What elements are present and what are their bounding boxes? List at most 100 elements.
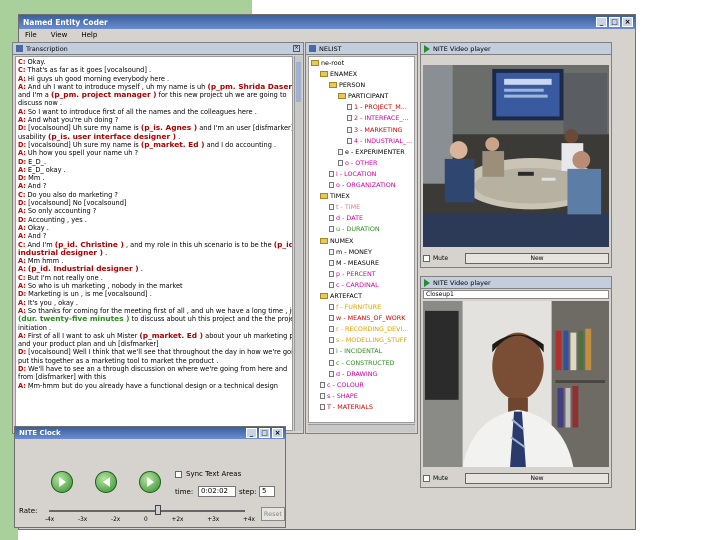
transcript-text-area[interactable]: C: Okay. C: That's as far as it goes [voca… <box>15 56 293 431</box>
mute-checkbox[interactable] <box>423 474 430 482</box>
named-entity-tag[interactable]: (p_pm. project manager ) <box>51 90 157 99</box>
transcript-line[interactable]: A: So only accounting ? <box>18 207 290 215</box>
transcript-line[interactable]: D: Mm . <box>18 174 290 182</box>
tree-leaf[interactable]: 2 - INTERFACE_... <box>311 113 412 124</box>
transcript-line[interactable]: A: Mm-hmm but do you already have a funct… <box>18 382 290 390</box>
rate-slider-thumb[interactable] <box>155 505 161 515</box>
transcript-line[interactable]: and your product plan and uh [disfmarker… <box>18 340 290 348</box>
transcript-line[interactable]: A: So I want to introduce first of all th… <box>18 108 290 116</box>
reset-button[interactable]: Reset <box>261 507 285 521</box>
tree-leaf[interactable]: r - RECORDING_DEVI... <box>311 324 412 335</box>
named-entity-tag[interactable]: (p_market. Ed ) <box>141 140 205 149</box>
pin-icon[interactable] <box>16 45 23 52</box>
tree-leaf[interactable]: d - DRAWING <box>311 369 412 380</box>
named-entity-tag[interactable]: (p_id. <box>274 240 292 249</box>
pin-icon[interactable] <box>309 45 316 52</box>
menu-file[interactable]: File <box>25 31 37 39</box>
tree-leaf[interactable]: t - TIME <box>311 202 412 213</box>
maximize-button[interactable]: □ <box>259 428 270 438</box>
sync-text-areas-checkbox[interactable] <box>175 471 182 478</box>
named-entity-tag[interactable]: industrial designer ) <box>18 248 103 257</box>
close-button[interactable]: × <box>622 17 633 27</box>
rewind-button[interactable] <box>95 471 117 493</box>
tree-leaf[interactable]: f - FURNITURE <box>311 302 412 313</box>
tree-leaf[interactable]: c - COLOUR <box>311 380 412 391</box>
transcript-line[interactable]: A: It's you , okay . <box>18 299 290 307</box>
transcript-line[interactable]: A: And ? <box>18 182 290 190</box>
tree-leaf[interactable]: c - CONSTRUCTED <box>311 358 412 369</box>
tree-leaf[interactable]: M - MEASURE <box>311 258 412 269</box>
tree-leaf[interactable]: s - MODELLING_STUFF <box>311 335 412 346</box>
transcript-line[interactable]: A: (p_id. Industrial designer ) . <box>18 264 290 274</box>
camera-select[interactable]: Closeup1 <box>423 290 609 299</box>
close-icon[interactable]: × <box>293 45 300 52</box>
mute-checkbox[interactable] <box>423 254 430 262</box>
transcript-line[interactable]: D: [vocalsound] Uh sure my name is (p_mar… <box>18 140 290 149</box>
play-icon[interactable] <box>424 44 430 53</box>
tree-leaf[interactable]: s - SHAPE <box>311 391 412 402</box>
tree-folder[interactable]: ARTEFACT <box>311 291 412 302</box>
tree-leaf[interactable]: o - ORGANIZATION <box>311 180 412 191</box>
tree-leaf[interactable]: l - LOCATION <box>311 169 412 180</box>
transcript-line[interactable]: D: E_D_. <box>18 158 290 166</box>
tree-leaf[interactable]: 1 - PROJECT_M... <box>311 102 412 113</box>
tree-leaf[interactable]: 3 - MARKETING <box>311 125 412 136</box>
tree-folder[interactable]: ENAMEX <box>311 69 412 80</box>
transcript-line[interactable]: industrial designer ) . <box>18 248 290 257</box>
tree-leaf[interactable]: u - DURATION <box>311 224 412 235</box>
transcript-line[interactable]: A: First of all I want to ask uh Mister (… <box>18 331 292 340</box>
transcript-line[interactable]: A: Okay . <box>18 224 290 232</box>
tree-leaf[interactable]: T - MATERIALS <box>311 402 412 413</box>
tree-leaf[interactable]: i - INCIDENTAL <box>311 346 412 357</box>
transcript-line[interactable]: (dur. twenty-five minutes ) to discuss a… <box>18 314 292 324</box>
close-button[interactable]: × <box>272 428 283 438</box>
transcript-line[interactable]: discuss now . <box>18 99 290 107</box>
new-button[interactable]: New <box>465 252 609 264</box>
menu-view[interactable]: View <box>51 31 68 39</box>
play-button[interactable] <box>51 471 73 493</box>
transcript-line[interactable]: from [disfmarker] with this <box>18 373 290 381</box>
play-icon[interactable] <box>424 278 430 287</box>
transcript-scrollbar[interactable] <box>294 56 302 431</box>
transcript-line[interactable]: D: Accounting , yes . <box>18 216 290 224</box>
minimize-button[interactable]: _ <box>596 17 607 27</box>
tree-leaf[interactable]: c - CARDINAL <box>311 280 412 291</box>
tree-horizontal-scrollbar[interactable] <box>308 424 415 432</box>
tree-folder[interactable]: TIMEX <box>311 191 412 202</box>
transcript-line[interactable]: C: That's as far as it goes [vocalsound] … <box>18 66 290 74</box>
tree-folder[interactable]: NUMEX <box>311 236 412 247</box>
named-entity-tag[interactable]: (p_id. Industrial designer ) <box>28 264 139 273</box>
transcript-line[interactable]: C: Do you also do marketing ? <box>18 191 290 199</box>
tree-leaf[interactable]: 4 - INDUSTRIAL_... <box>311 136 412 147</box>
transcript-line[interactable]: and I'm a (p_pm. project manager ) for t… <box>18 90 290 100</box>
tree-folder[interactable]: ne-root <box>311 58 412 69</box>
minimize-button[interactable]: _ <box>246 428 257 438</box>
time-field[interactable]: 0:02:02 <box>198 486 236 497</box>
tree-leaf[interactable]: m - MONEY <box>311 247 412 258</box>
named-entity-tag[interactable]: (p_market. Ed ) <box>139 331 203 340</box>
tree-folder[interactable]: PARTICIPANT <box>311 91 412 102</box>
transcript-line[interactable]: D: Marketing is un , is me [vocalsound] . <box>18 290 290 298</box>
tree-leaf[interactable]: p - PERCENT <box>311 269 412 280</box>
transcript-line[interactable]: D: We'll have to see an a through discuss… <box>18 365 290 373</box>
named-entity-tag[interactable]: (p_pm. Shrida Daseri ) <box>207 82 292 91</box>
transcript-line[interactable]: D: [vocalsound] No [vocalsound] <box>18 199 290 207</box>
tree-leaf[interactable]: e - EXPERIMENTER <box>311 147 412 158</box>
transcript-line[interactable]: A: So who is uh marketing , nobody in the… <box>18 282 290 290</box>
transcript-line[interactable]: C: Okay. <box>18 58 290 66</box>
tree-leaf[interactable]: w - MEANS_OF_WORK <box>311 313 412 324</box>
maximize-button[interactable]: □ <box>609 17 620 27</box>
transcript-line[interactable]: C: But I'm not really one . <box>18 274 290 282</box>
named-entity-tag[interactable]: (dur. twenty-five minutes ) <box>18 314 130 323</box>
menu-help[interactable]: Help <box>81 31 97 39</box>
transcript-line[interactable]: A: E_D_ okay . <box>18 166 290 174</box>
transcript-line[interactable]: put this together as a marketing tool to… <box>18 357 290 365</box>
new-button[interactable]: New <box>465 472 609 484</box>
tree-folder[interactable]: PERSON <box>311 80 412 91</box>
transcript-line[interactable]: D: [vocalsound] Well I think that we'll s… <box>18 348 292 356</box>
forward-button[interactable] <box>139 471 161 493</box>
tree-leaf[interactable]: d - DATE <box>311 213 412 224</box>
entity-tree[interactable]: ne-root ENAMEX PERSON PARTICIPANT 1 - PROJEC… <box>308 56 415 423</box>
transcript-line[interactable]: A: Uh how you spell your name uh ? <box>18 149 290 157</box>
rate-slider-track[interactable] <box>49 510 245 512</box>
